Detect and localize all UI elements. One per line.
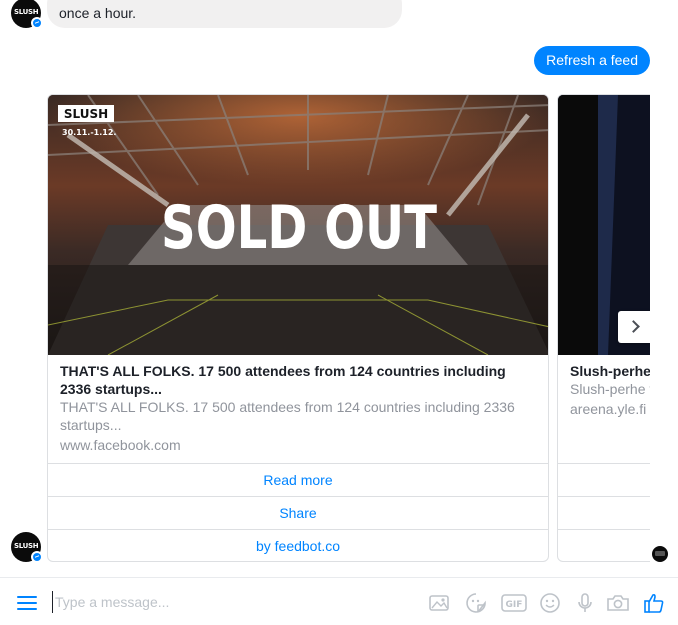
card-button[interactable] xyxy=(558,463,650,496)
image-badge-dates: 30.11.-1.12. xyxy=(62,128,116,137)
message-composer: GIF xyxy=(0,577,678,625)
messenger-badge-icon xyxy=(31,551,43,563)
image-icon[interactable] xyxy=(428,592,450,614)
card-title: THAT'S ALL FOLKS. 17 500 attendees from … xyxy=(60,363,506,397)
card-subtitle: THAT'S ALL FOLKS. 17 500 attendees from … xyxy=(60,399,515,433)
thumbs-up-icon[interactable] xyxy=(643,592,665,614)
read-more-button[interactable]: Read more xyxy=(48,463,548,496)
card-body: THAT'S ALL FOLKS. 17 500 attendees from … xyxy=(48,355,548,463)
image-badge-logo: SLUSH xyxy=(64,107,108,121)
bot-message-text: once a hour. xyxy=(59,5,137,21)
message-input[interactable] xyxy=(52,591,412,613)
card-body: Slush-perhe liikuntaan, te Slush-perhe t… xyxy=(558,355,650,463)
sticker-icon[interactable] xyxy=(465,592,487,614)
card-button[interactable] xyxy=(558,496,650,529)
image-overlay-text: SOLD OUT xyxy=(161,193,437,263)
card-button[interactable] xyxy=(558,529,650,561)
camera-icon[interactable] xyxy=(606,592,630,614)
carousel-next-arrow-icon[interactable] xyxy=(618,311,650,343)
card-title: Slush-perhe liikuntaan, te xyxy=(570,363,650,379)
card-subtitle: Slush-perhe terveyteen... xyxy=(570,381,650,397)
emoji-icon[interactable] xyxy=(539,592,561,614)
bot-avatar[interactable]: SLUSH xyxy=(11,532,43,563)
share-button[interactable]: Share xyxy=(48,496,548,529)
avatar-logo: SLUSH xyxy=(14,8,39,16)
bot-avatar[interactable]: SLUSH xyxy=(11,0,43,29)
arena-photo: SLUSH 30.11.-1.12. SOLD OUT xyxy=(48,95,548,355)
menu-icon[interactable] xyxy=(17,596,37,610)
card-url: areena.yle.fi xyxy=(570,401,647,417)
conversation-pane: SLUSH once a hour. Refresh a feed SLUSH … xyxy=(0,0,678,577)
messenger-badge-icon xyxy=(31,17,43,29)
generic-template-carousel: SLUSH 30.11.-1.12. SOLD OUT THAT'S ALL F… xyxy=(47,94,650,562)
card-image[interactable]: SLUSH 30.11.-1.12. SOLD OUT xyxy=(48,95,548,355)
user-message-bubble: Refresh a feed xyxy=(534,46,650,75)
carousel-card: SLUSH 30.11.-1.12. SOLD OUT THAT'S ALL F… xyxy=(47,94,549,562)
gif-icon-label: GIF xyxy=(506,600,523,610)
avatar-logo: SLUSH xyxy=(14,542,39,550)
feedbot-link-button[interactable]: by feedbot.co xyxy=(48,529,548,561)
microphone-icon[interactable] xyxy=(574,592,596,614)
bot-message-bubble: once a hour. xyxy=(47,0,402,28)
gif-icon[interactable]: GIF xyxy=(501,592,527,614)
seen-indicator-avatar xyxy=(652,546,668,562)
card-url: www.facebook.com xyxy=(60,437,181,453)
